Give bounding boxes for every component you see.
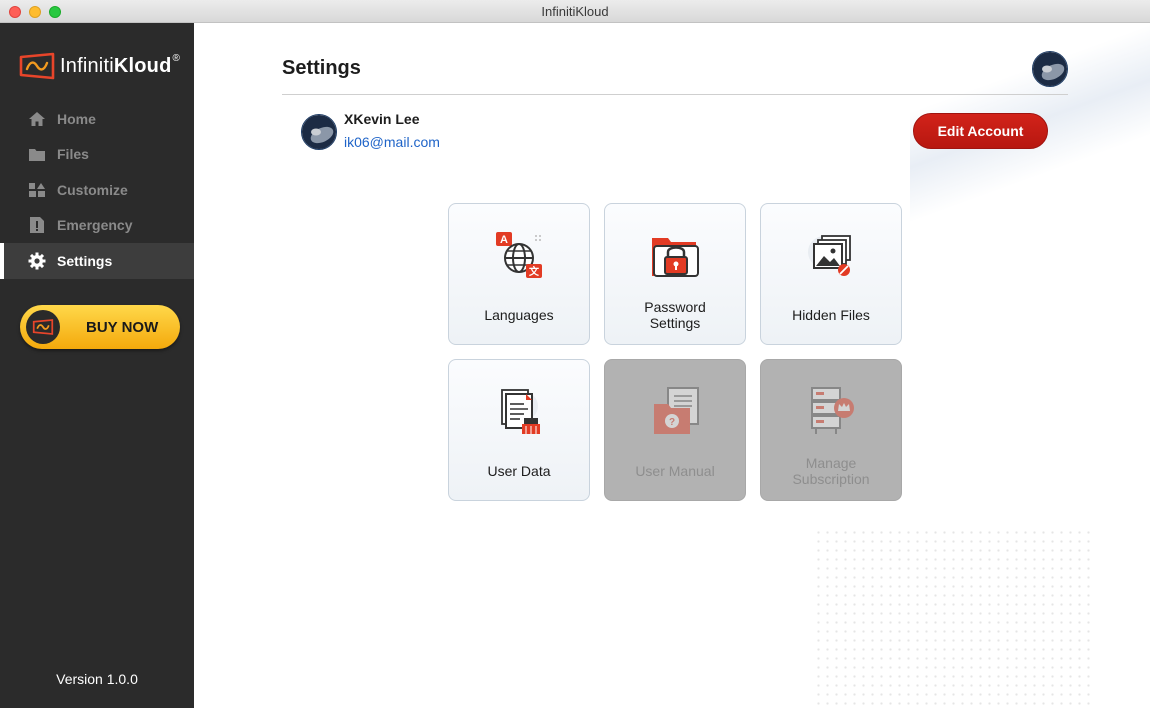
sidebar-item-label: Customize — [57, 181, 128, 198]
tile-label: Password Settings — [644, 299, 706, 331]
page-title: Settings — [282, 57, 361, 79]
tile-label: User Data — [487, 463, 551, 479]
svg-text:文: 文 — [529, 265, 540, 278]
sidebar-item-emergency[interactable]: Emergency — [0, 208, 194, 244]
languages-icon: A 文 — [496, 232, 542, 278]
header-divider — [282, 94, 1068, 95]
infinitikloud-logo-icon — [19, 52, 55, 80]
hidden-files-tile[interactable]: Hidden Files — [760, 203, 902, 345]
customize-icon — [27, 180, 47, 200]
sidebar-item-label: Home — [57, 110, 96, 127]
sidebar-item-settings[interactable]: Settings — [0, 243, 194, 279]
user-email: ik06@mail.com — [344, 134, 440, 150]
svg-text:?: ? — [669, 417, 675, 428]
svg-text:A: A — [500, 234, 508, 246]
header-avatar[interactable] — [1032, 51, 1068, 87]
main-content: Settings XKevin Lee ik06@mail.com Edit A… — [194, 23, 1150, 708]
avatar — [301, 114, 337, 150]
tile-label: Manage Subscription — [792, 455, 870, 487]
tile-label: Languages — [484, 307, 554, 323]
buy-now-label: BUY NOW — [86, 318, 159, 336]
registered-mark: ® — [172, 52, 180, 64]
buy-now-button[interactable]: BUY NOW — [20, 305, 180, 349]
password-lock-icon — [652, 238, 699, 277]
edit-account-button[interactable]: Edit Account — [913, 113, 1048, 149]
user-data-tile[interactable]: User Data — [448, 359, 590, 501]
user-manual-icon: ? — [654, 387, 699, 434]
buy-logo-icon — [26, 310, 60, 344]
user-manual-tile: ? User Manual — [604, 359, 746, 501]
sidebar-item-customize[interactable]: Customize — [0, 172, 194, 208]
sidebar-item-files[interactable]: Files — [0, 137, 194, 173]
sidebar-item-label: Emergency — [57, 217, 133, 234]
password-settings-tile[interactable]: Password Settings — [604, 203, 746, 345]
tile-label: User Manual — [635, 463, 715, 479]
version-label: Version 1.0.0 — [56, 671, 138, 687]
emergency-icon — [27, 215, 47, 235]
user-name: XKevin Lee — [344, 111, 420, 127]
sidebar-nav: Home Files Customize Emergency Settings — [0, 101, 194, 279]
brand-name: InfinitiKloud — [60, 54, 172, 77]
sidebar-item-label: Files — [57, 146, 89, 163]
sidebar-item-home[interactable]: Home — [0, 101, 194, 137]
manage-subscription-tile: Manage Subscription — [760, 359, 902, 501]
window-title: InfinitiKloud — [541, 4, 609, 19]
home-icon — [27, 109, 47, 129]
dot-pattern-decoration — [814, 528, 1094, 708]
sidebar-item-label: Settings — [57, 252, 113, 269]
gear-icon — [27, 251, 47, 271]
subscription-icon — [811, 387, 854, 434]
user-data-icon — [501, 389, 540, 434]
window-title-bar: InfinitiKloud — [0, 0, 1150, 23]
hidden-image-icon — [808, 235, 851, 276]
app-logo: InfinitiKloud ® — [18, 51, 180, 81]
languages-tile[interactable]: A 文 Languages — [448, 203, 590, 345]
folder-icon — [27, 144, 47, 164]
sidebar: InfinitiKloud ® Home Files Customize Eme… — [0, 23, 194, 708]
tile-label: Hidden Files — [792, 307, 870, 323]
